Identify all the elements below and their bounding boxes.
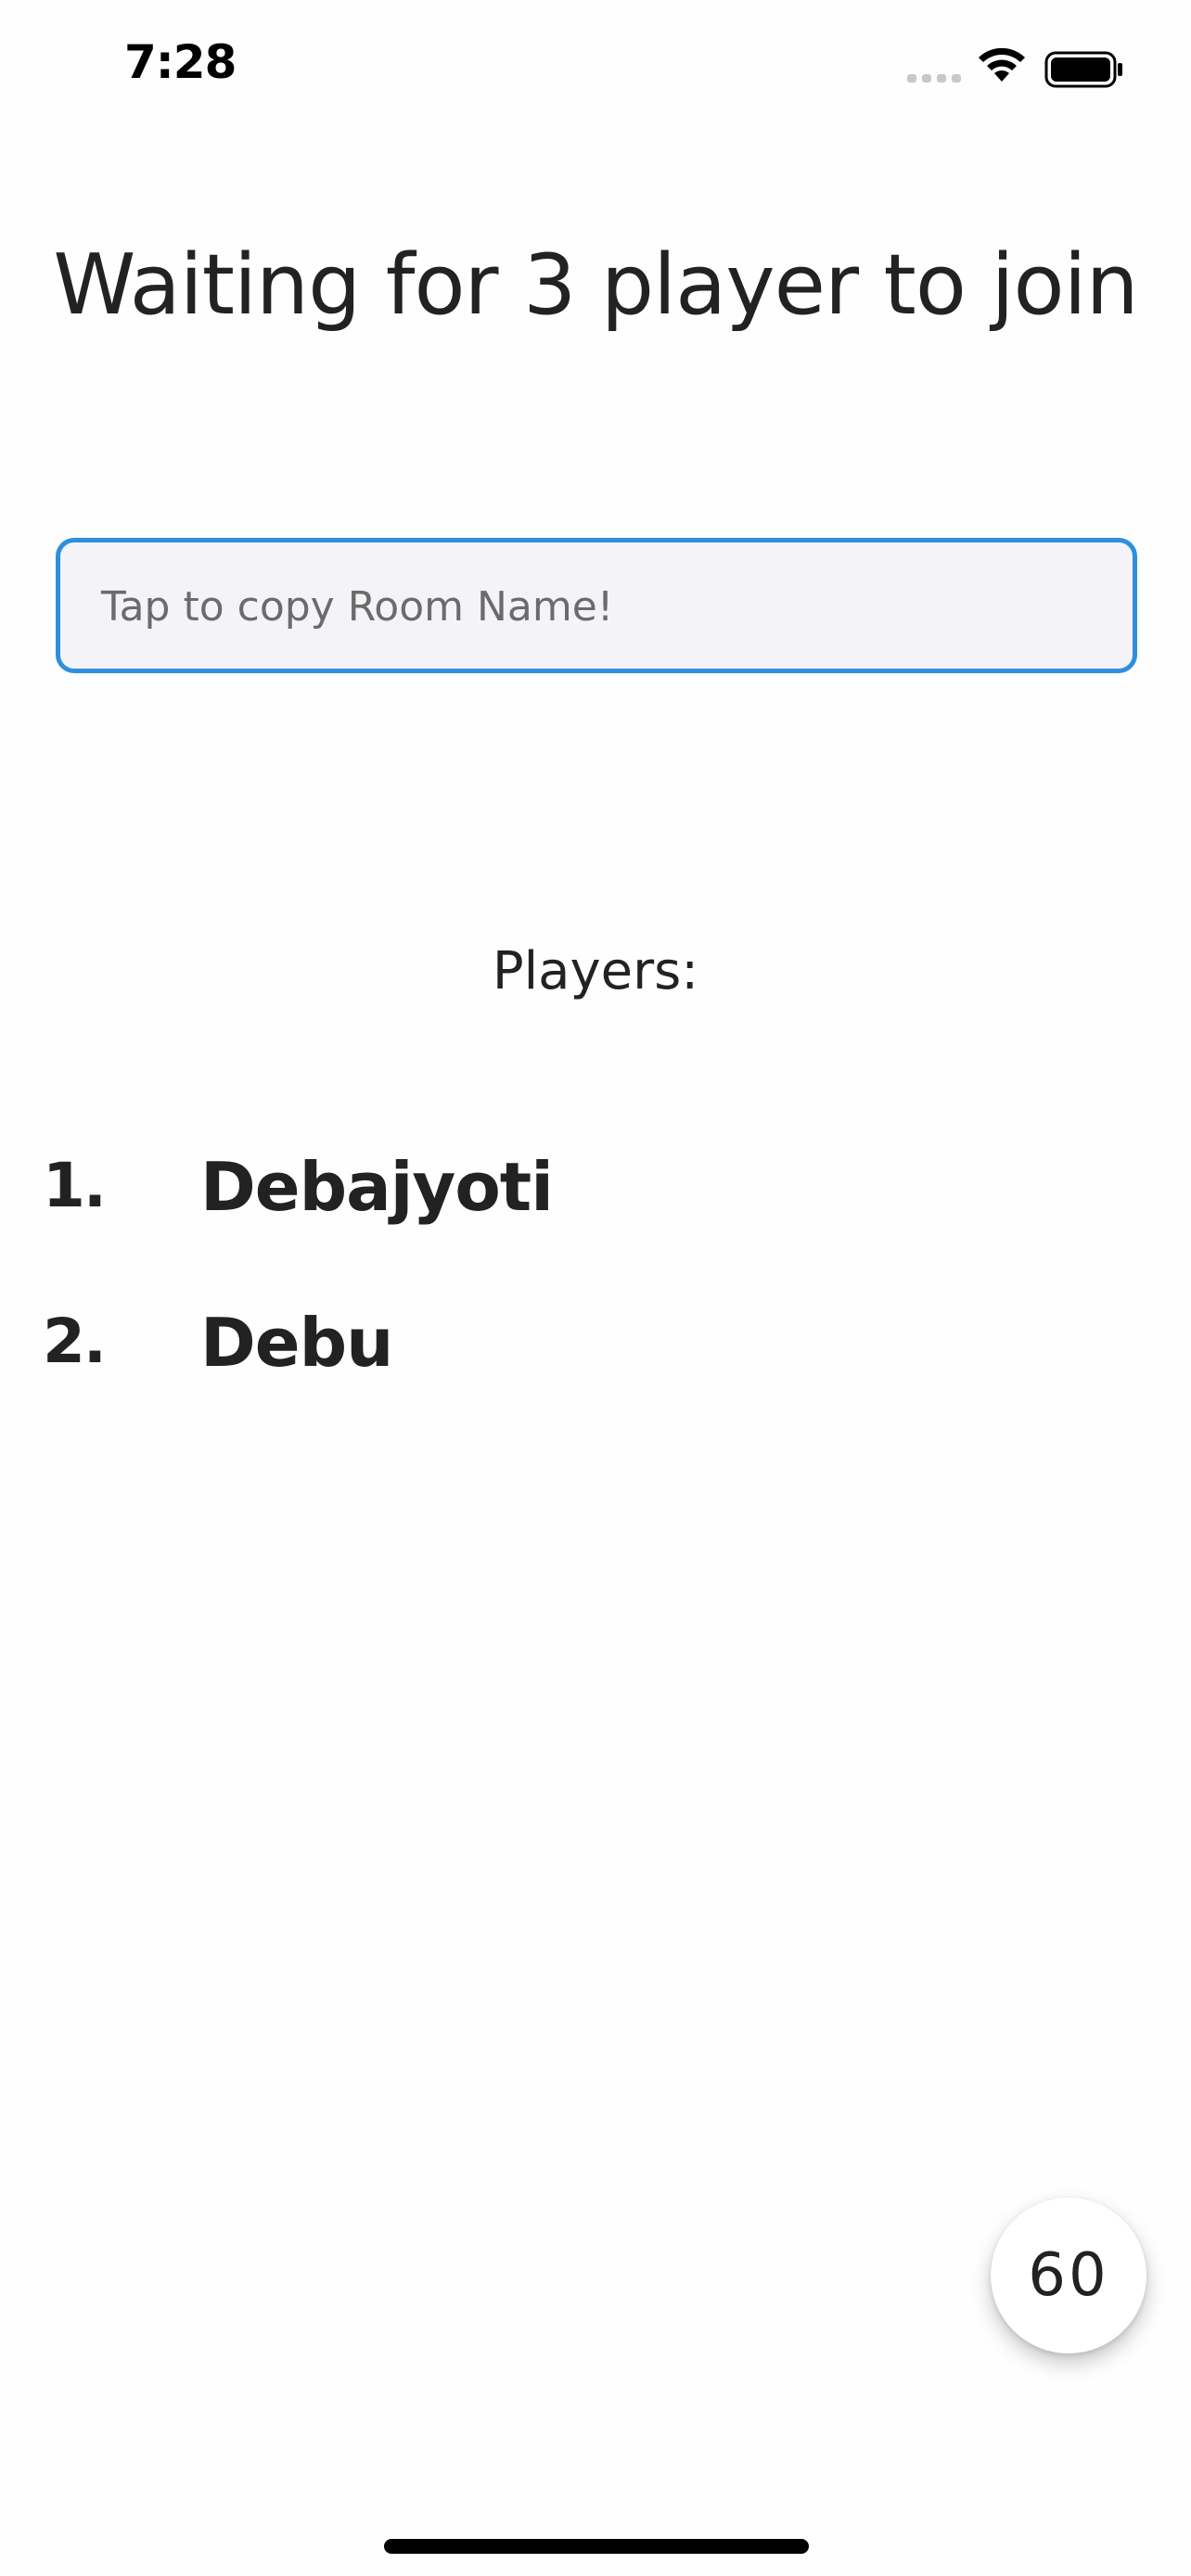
cellular-signal-icon [907,74,961,83]
page-title: Waiting for 3 player to join [53,236,1138,334]
player-number: 2. [43,1306,107,1377]
wifi-icon [979,47,1025,82]
player-list: 1. Debajyoti 2. Debu [0,1141,1191,1452]
status-bar: 7:28 [0,0,1191,139]
player-name: Debu [200,1304,393,1382]
copy-room-name-field[interactable]: Tap to copy Room Name! [56,538,1137,673]
status-time: 7:28 [124,35,237,89]
room-field-placeholder: Tap to copy Room Name! [101,583,614,631]
player-number: 1. [43,1150,107,1221]
player-list-item: 2. Debu [0,1296,1191,1452]
player-list-item: 1. Debajyoti [0,1141,1191,1296]
player-name: Debajyoti [200,1148,554,1226]
home-indicator[interactable] [384,2539,809,2554]
countdown-value: 60 [1028,2241,1109,2310]
players-heading: Players: [492,941,699,1001]
countdown-timer-button[interactable]: 60 [991,2198,1146,2353]
battery-icon [1044,51,1122,88]
